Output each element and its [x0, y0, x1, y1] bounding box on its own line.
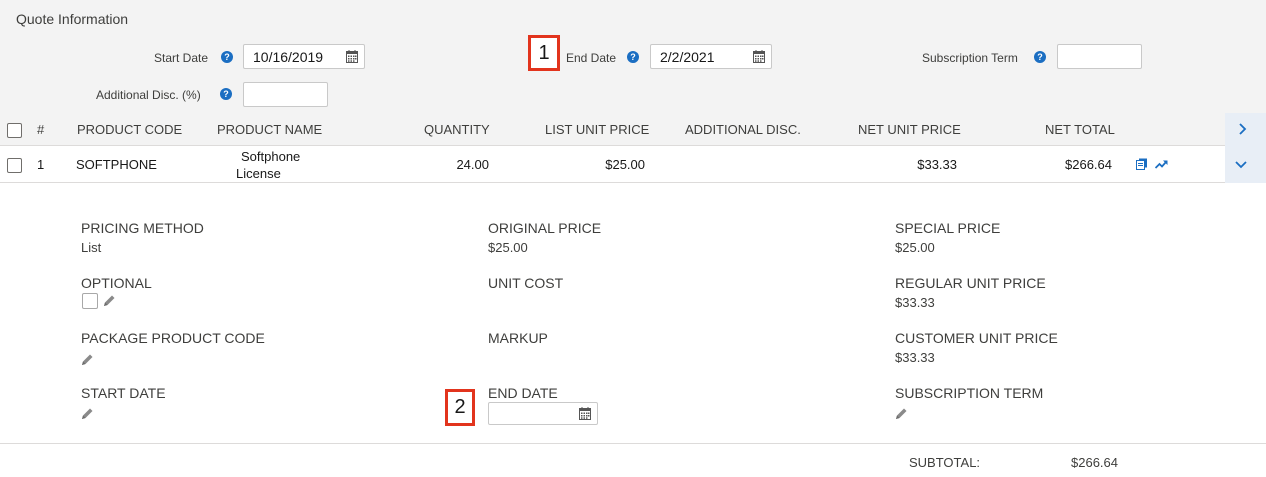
pencil-icon[interactable] — [103, 294, 116, 307]
optional-label: OPTIONAL — [81, 275, 152, 291]
pricing-method-label: PRICING METHOD — [81, 220, 204, 236]
row-list-unit-price: $25.00 — [605, 157, 645, 172]
pencil-icon[interactable] — [81, 353, 94, 366]
special-price-value: $25.00 — [895, 240, 935, 255]
optional-checkbox[interactable] — [82, 293, 98, 309]
chevron-down-icon — [1235, 161, 1247, 169]
table-row: 1 SOFTPHONE Softphone License 24.00 $25.… — [0, 146, 1266, 183]
row-number: 1 — [37, 157, 45, 172]
special-price-label: SPECIAL PRICE — [895, 220, 1001, 236]
column-header-net-total[interactable]: NET TOTAL — [1045, 122, 1115, 137]
unit-cost-label: UNIT COST — [488, 275, 564, 291]
end-date-detail-label: END DATE — [488, 385, 558, 401]
additional-disc-label: Additional Disc. (%) — [96, 88, 201, 102]
end-date-label: End Date — [566, 51, 617, 65]
customer-unit-price-label: CUSTOMER UNIT PRICE — [895, 330, 1058, 346]
subscription-term-input[interactable] — [1057, 44, 1142, 69]
question-icon[interactable]: ? — [1034, 51, 1046, 63]
line-detail-panel: PRICING METHOD List OPTIONAL PACKAGE PRO… — [0, 183, 1266, 444]
regular-unit-price-value: $33.33 — [895, 295, 935, 310]
row-product-name-line1: Softphone — [241, 149, 301, 164]
start-date-detail-label: START DATE — [81, 385, 166, 401]
expand-all-button[interactable] — [1225, 113, 1266, 146]
markup-label: MARKUP — [488, 330, 548, 346]
clone-icon[interactable] — [1136, 158, 1148, 170]
pricing-method-value: List — [81, 240, 102, 255]
question-icon[interactable]: ? — [627, 51, 639, 63]
callout-2: 2 — [445, 389, 475, 426]
pencil-icon[interactable] — [81, 407, 94, 420]
column-header-net-unit-price[interactable]: NET UNIT PRICE — [858, 122, 961, 137]
column-header-number[interactable]: # — [37, 122, 44, 137]
trend-icon[interactable] — [1155, 159, 1168, 169]
subscription-term-label: Subscription Term — [922, 51, 1018, 65]
section-title: Quote Information — [16, 11, 129, 27]
subtotal-label: SUBTOTAL: — [909, 455, 981, 470]
callout-1: 1 — [528, 35, 560, 71]
end-date-input[interactable]: 2/2/2021 — [650, 44, 772, 69]
end-date-value: 2/2/2021 — [660, 48, 715, 65]
original-price-label: ORIGINAL PRICE — [488, 220, 602, 236]
pencil-icon[interactable] — [895, 407, 908, 420]
subscription-term-detail-label: SUBSCRIPTION TERM — [895, 385, 1044, 401]
subtotal-bar: SUBTOTAL: $266.64 — [0, 444, 1266, 477]
original-price-value: $25.00 — [488, 240, 528, 255]
row-quantity[interactable]: 24.00 — [440, 157, 489, 172]
calendar-icon[interactable] — [753, 50, 765, 63]
question-icon[interactable]: ? — [221, 51, 233, 63]
subtotal-value: $266.64 — [1071, 455, 1118, 470]
column-header-quantity[interactable]: QUANTITY — [424, 122, 490, 137]
collapse-row-button[interactable] — [1225, 146, 1266, 183]
calendar-icon[interactable] — [579, 407, 591, 420]
row-product-name-line2: License — [236, 166, 281, 181]
row-product-code: SOFTPHONE — [76, 157, 157, 172]
column-header-product-name[interactable]: PRODUCT NAME — [217, 122, 322, 137]
select-all-checkbox[interactable] — [7, 123, 22, 138]
column-header-list-unit-price[interactable]: LIST UNIT PRICE — [545, 122, 649, 137]
end-date-detail-input[interactable] — [488, 402, 598, 425]
regular-unit-price-label: REGULAR UNIT PRICE — [895, 275, 1046, 291]
package-product-code-label: PACKAGE PRODUCT CODE — [81, 330, 265, 346]
chevron-right-icon — [1239, 123, 1247, 135]
additional-disc-input[interactable] — [243, 82, 328, 107]
row-net-total: $266.64 — [1065, 157, 1112, 172]
column-header-additional-disc[interactable]: ADDITIONAL DISC. — [685, 122, 801, 137]
calendar-icon[interactable] — [346, 50, 358, 63]
start-date-value: 10/16/2019 — [253, 48, 324, 65]
customer-unit-price-value: $33.33 — [895, 350, 935, 365]
row-select-checkbox[interactable] — [7, 158, 22, 173]
start-date-label: Start Date — [154, 51, 209, 65]
table-header: # PRODUCT CODE PRODUCT NAME QUANTITY LIS… — [0, 113, 1266, 146]
question-icon[interactable]: ? — [220, 88, 232, 100]
column-header-product-code[interactable]: PRODUCT CODE — [77, 122, 182, 137]
row-net-unit-price: $33.33 — [917, 157, 957, 172]
start-date-input[interactable]: 10/16/2019 — [243, 44, 365, 69]
